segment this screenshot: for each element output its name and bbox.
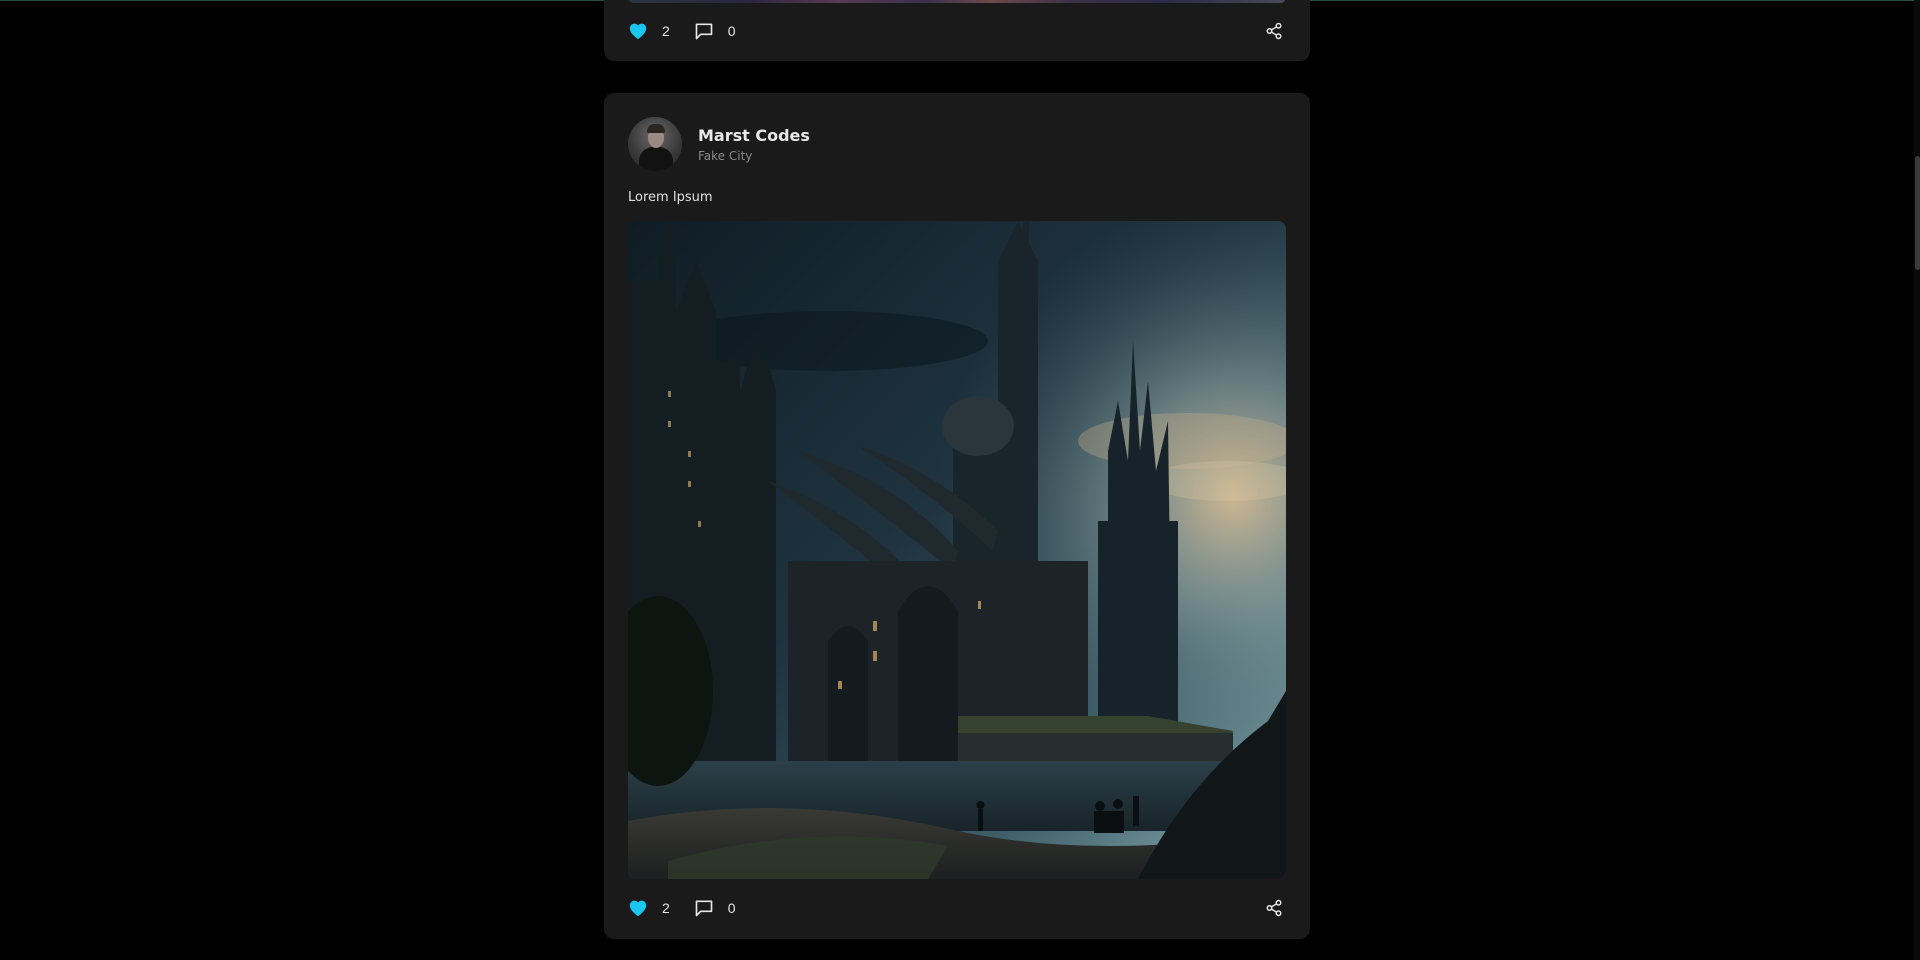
heart-filled-icon <box>628 898 648 918</box>
share-icon <box>1266 22 1282 40</box>
comment-count: 0 <box>727 900 736 916</box>
post-image-previous[interactable] <box>628 0 1286 3</box>
user-info: Marst Codes Fake City <box>698 126 810 163</box>
heart-filled-icon <box>628 21 648 41</box>
comment-icon <box>694 898 714 918</box>
share-button[interactable] <box>1262 19 1286 43</box>
post-text: Lorem Ipsum <box>628 190 713 205</box>
like-button[interactable]: 2 <box>628 21 670 41</box>
post-actions: 2 0 <box>628 894 1286 922</box>
comment-button[interactable]: 0 <box>694 21 736 41</box>
like-button[interactable]: 2 <box>628 898 670 918</box>
avatar[interactable] <box>628 117 682 171</box>
post-card-previous: 2 0 <box>604 0 1310 61</box>
post-actions: 2 0 <box>628 17 1286 45</box>
post-image[interactable] <box>628 221 1286 879</box>
user-name[interactable]: Marst Codes <box>698 126 810 145</box>
post-header: Marst Codes Fake City <box>628 117 810 171</box>
share-icon <box>1266 899 1282 917</box>
scrollbar-thumb[interactable] <box>1915 156 1920 270</box>
post-card: Marst Codes Fake City Lorem Ipsum 2 0 <box>604 93 1310 939</box>
share-button[interactable] <box>1262 896 1286 920</box>
comment-icon <box>694 21 714 41</box>
scrollbar[interactable] <box>1914 0 1920 960</box>
comment-count: 0 <box>727 23 736 39</box>
comment-button[interactable]: 0 <box>694 898 736 918</box>
user-location: Fake City <box>698 148 753 163</box>
like-count: 2 <box>662 23 670 39</box>
like-count: 2 <box>662 900 670 916</box>
